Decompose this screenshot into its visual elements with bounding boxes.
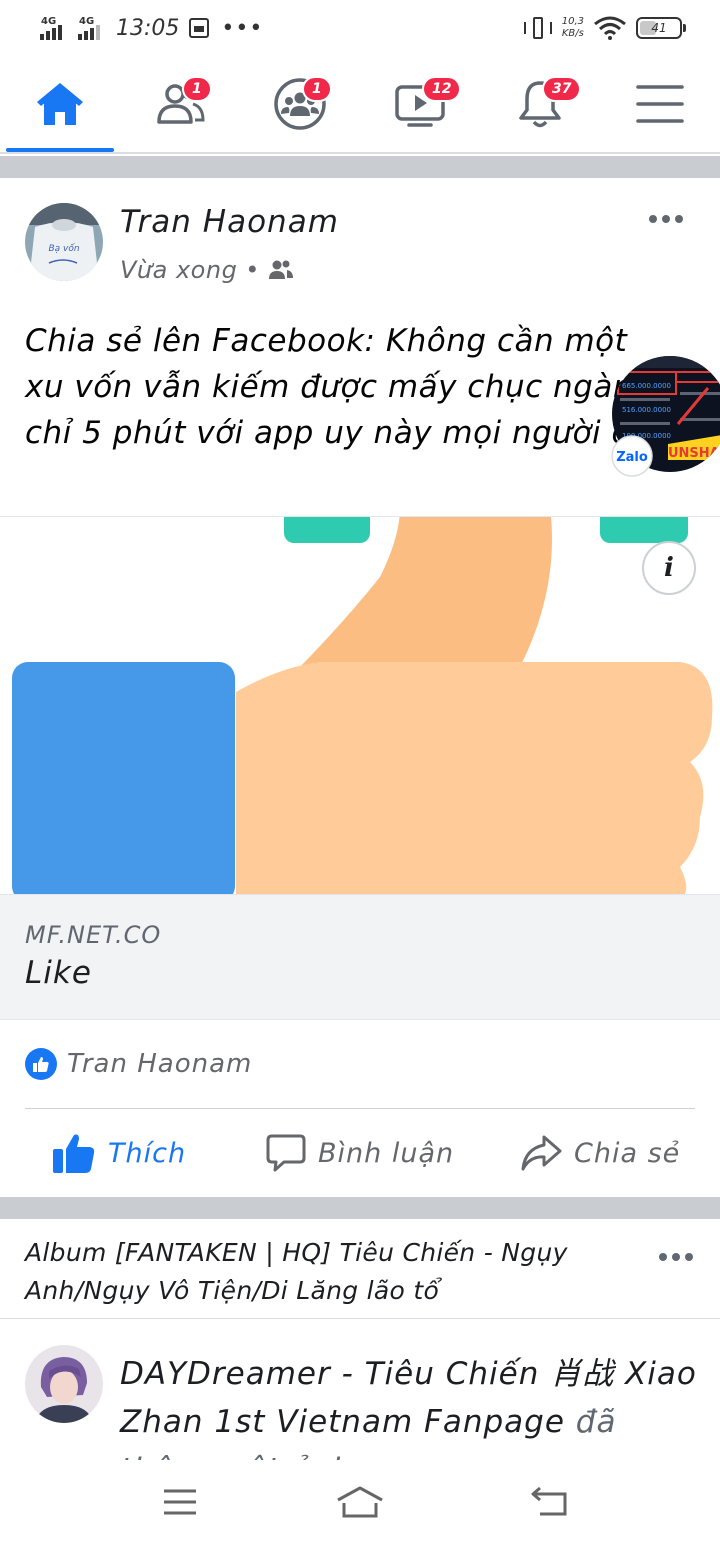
tab-notifications[interactable]: 37 — [480, 56, 600, 152]
like-reaction-icon — [25, 1048, 57, 1080]
comment-icon — [266, 1134, 306, 1172]
feed-separator — [0, 156, 720, 178]
post2-divider — [0, 1318, 720, 1319]
network-speed: 10,3 KB/s — [562, 16, 584, 40]
actions-divider — [25, 1108, 695, 1109]
like-button[interactable]: Thích — [52, 1110, 186, 1196]
reaction-names: Tran Haonam — [67, 1049, 253, 1079]
share-button-label: Chia sẻ — [574, 1137, 681, 1169]
chat-head-number: 665.000.0000 — [622, 382, 671, 390]
network-speed-unit: KB/s — [561, 28, 584, 39]
facebook-top-nav: 1 1 12 37 — [0, 56, 720, 154]
tab-home[interactable] — [0, 56, 120, 152]
tab-menu[interactable] — [600, 56, 720, 152]
watch-badge: 12 — [422, 76, 462, 102]
like-button-label: Thích — [108, 1137, 187, 1169]
ad-info-button[interactable]: i — [642, 541, 696, 595]
tab-watch[interactable]: 12 — [360, 56, 480, 152]
status-bar: 4G 4G 13:05 ••• 10,3 KB/s 41 — [0, 0, 720, 56]
post-meta: Vừa xong • — [120, 256, 294, 284]
groups-badge: 1 — [302, 76, 332, 102]
menu-icon — [636, 85, 684, 123]
home-button[interactable] — [330, 1482, 390, 1522]
page-avatar[interactable] — [25, 1345, 103, 1423]
battery-icon: 41 — [636, 17, 686, 39]
tab-groups[interactable]: 1 — [240, 56, 360, 152]
home-icon — [37, 83, 83, 125]
post-author-name[interactable]: Tran Haonam — [120, 204, 339, 240]
status-bar-right: 10,3 KB/s 41 — [523, 12, 686, 44]
chat-head-number: 516.000.0000 — [622, 406, 671, 414]
friends-badge: 1 — [182, 76, 212, 102]
avatar-caption: Bạ vốn — [48, 243, 79, 254]
menu-lines-icon — [164, 1489, 196, 1515]
wifi-icon — [594, 16, 626, 40]
more-notifications-icon: ••• — [221, 15, 264, 41]
comment-button-label: Bình luận — [318, 1137, 455, 1169]
post-options-button[interactable] — [646, 211, 686, 227]
home-outline-icon — [337, 1486, 383, 1518]
link-preview-image[interactable]: i — [0, 516, 720, 894]
battery-level: 41 — [651, 21, 667, 35]
back-button[interactable] — [520, 1482, 580, 1522]
comment-button[interactable]: Bình luận — [266, 1110, 454, 1196]
share-button[interactable]: Chia sẻ — [520, 1110, 680, 1196]
clock: 13:05 — [116, 15, 180, 41]
link-domain: MF.NET.CO — [25, 921, 162, 949]
album-title[interactable]: Album [FANTAKEN | HQ] Tiêu Chiến - Ngụy … — [25, 1234, 645, 1310]
post-text: Chia sẻ lên Facebook: Không cần một xu v… — [25, 323, 641, 451]
meta-dot: • — [245, 256, 260, 284]
feed-separator — [0, 1197, 720, 1219]
page-name[interactable]: DAYDreamer - Tiêu Chiến 肖战 Xiao Zhan 1st… — [120, 1350, 700, 1460]
signal-icon: 4G — [38, 14, 70, 42]
back-arrow-icon — [531, 1486, 567, 1516]
recent-apps-button[interactable] — [150, 1482, 210, 1522]
share-icon — [521, 1135, 562, 1171]
vibrate-icon — [523, 15, 552, 41]
signal-icon: 4G — [76, 14, 108, 42]
audience-friends-icon — [268, 260, 293, 279]
post2-header: DAYDreamer - Tiêu Chiến 肖战 Xiao Zhan 1st… — [0, 1320, 720, 1460]
tab-friends[interactable]: 1 — [120, 56, 240, 152]
network-speed-value: 10,3 — [561, 16, 584, 27]
sim-card-icon — [189, 18, 210, 38]
system-navigation-bar — [0, 1460, 720, 1544]
author-avatar[interactable]: Bạ vốn — [25, 203, 103, 281]
post-timestamp[interactable]: Vừa xong — [120, 256, 237, 284]
thumbs-up-icon — [53, 1134, 95, 1173]
link-preview-meta[interactable]: MF.NET.CO Like — [0, 894, 720, 1020]
status-bar-left: 4G 4G 13:05 ••• — [38, 10, 263, 46]
reaction-summary[interactable]: Tran Haonam — [25, 1046, 252, 1082]
link-title: Like — [25, 955, 92, 991]
zalo-chat-head[interactable]: 665.000.0000 516.000.0000 100.000.0000 U… — [608, 352, 720, 478]
zalo-logo-icon: Zalo — [616, 450, 648, 465]
notifications-badge: 37 — [542, 76, 582, 102]
chat-head-overlay-text: UNSHARE — [668, 446, 720, 461]
post-action-bar: Thích Bình luận Chia sẻ — [0, 1110, 720, 1196]
album-options-button[interactable] — [656, 1249, 696, 1265]
thumbs-up-illustration — [12, 517, 713, 894]
